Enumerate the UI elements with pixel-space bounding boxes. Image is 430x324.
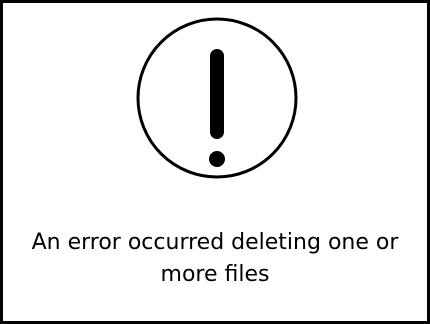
exclamation-circle-icon xyxy=(135,16,299,180)
error-message: An error occurred deleting one or more f… xyxy=(31,230,399,287)
error-dialog: An error occurred deleting one or more f… xyxy=(0,0,430,324)
